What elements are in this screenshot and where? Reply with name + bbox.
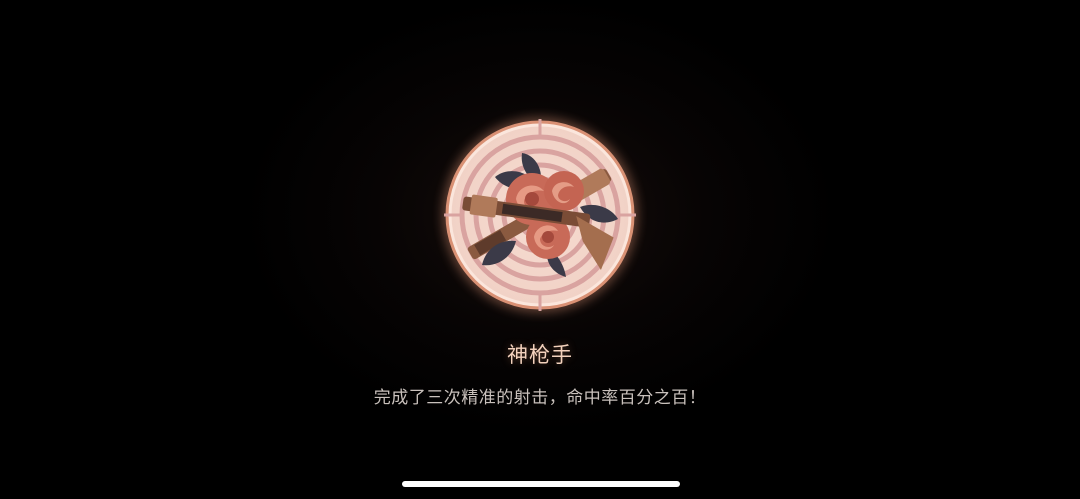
home-indicator-bar[interactable]	[402, 481, 680, 487]
achievement-title: 神枪手	[507, 343, 573, 367]
achievement-badge	[440, 115, 640, 315]
achievement-description: 完成了三次精准的射击，命中率百分之百！	[373, 388, 707, 408]
crossed-rifles-roses-target-icon	[444, 119, 636, 311]
achievement-screen: 神枪手 完成了三次精准的射击，命中率百分之百！	[0, 0, 1080, 499]
